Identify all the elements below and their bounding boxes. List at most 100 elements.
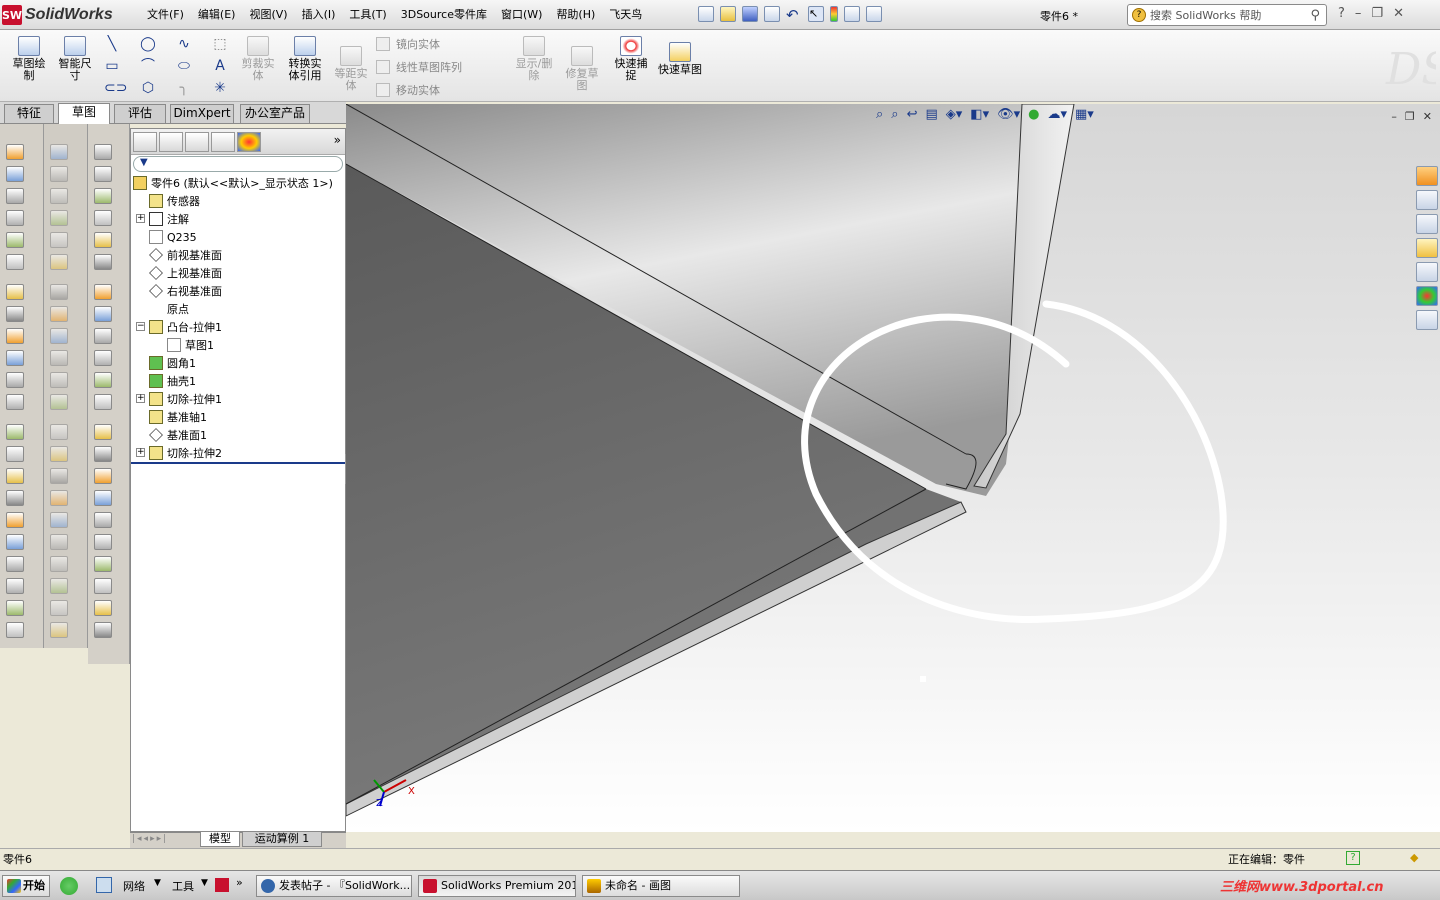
view-orientation-icon[interactable]: ◈▾ xyxy=(946,107,963,122)
toolbar-tool-icon[interactable] xyxy=(6,446,24,462)
polygon-icon[interactable]: ⬡ xyxy=(140,80,156,96)
toolbar-tool-icon[interactable] xyxy=(50,468,68,484)
toolbar-tool-icon[interactable] xyxy=(50,210,68,226)
toolbar-tool-icon[interactable] xyxy=(50,512,68,528)
minimize-button[interactable]: – xyxy=(1355,6,1362,21)
appearances-icon[interactable] xyxy=(1416,286,1438,306)
viewport-minimize-button[interactable]: – xyxy=(1391,110,1397,123)
toolbar-tool-icon[interactable] xyxy=(6,306,24,322)
toolbar-tool-icon[interactable] xyxy=(50,284,68,300)
toolbar-tool-icon[interactable] xyxy=(94,306,112,322)
toolbar-tool-icon[interactable] xyxy=(6,188,24,204)
toolbar-tool-icon[interactable] xyxy=(6,350,24,366)
point-icon[interactable]: ✳ xyxy=(212,80,228,96)
toolbar-tool-icon[interactable] xyxy=(94,350,112,366)
tab-model[interactable]: 模型 xyxy=(200,832,240,847)
slot-icon[interactable]: ⊂⊃ xyxy=(104,80,127,96)
tab-4[interactable]: 办公室产品 xyxy=(240,104,310,123)
tree-node[interactable]: 切除-拉伸2 xyxy=(149,444,222,462)
tab-3[interactable]: DimXpert xyxy=(170,104,234,123)
tab-2[interactable]: 评估 xyxy=(114,104,166,123)
status-help-icon[interactable]: ? xyxy=(1346,851,1360,865)
toolbar-tool-icon[interactable] xyxy=(6,284,24,300)
overflow-chevron-icon[interactable]: » xyxy=(236,876,243,889)
arc-icon[interactable]: ⌒ xyxy=(140,58,156,74)
line-icon[interactable]: ╲ xyxy=(104,36,120,52)
edit-appearance-icon[interactable]: ● xyxy=(1028,107,1039,122)
help-search-box[interactable]: ? 搜索 SolidWorks 帮助 ⚲ xyxy=(1127,4,1327,26)
menu-item-7[interactable]: 帮助(H) xyxy=(549,7,602,23)
zoom-to-fit-icon[interactable]: ⌕ xyxy=(876,107,883,122)
toolbar-tool-icon[interactable] xyxy=(50,490,68,506)
previous-view-icon[interactable]: ↩ xyxy=(907,107,918,122)
close-button[interactable]: ✕ xyxy=(1393,6,1404,21)
tree-node[interactable]: 前视基准面 xyxy=(149,246,222,264)
toolbar-tool-icon[interactable] xyxy=(50,254,68,270)
select-pointer-icon[interactable]: ↖ xyxy=(808,6,824,22)
tree-node[interactable]: 右视基准面 xyxy=(149,282,222,300)
configuration-manager-tab-icon[interactable] xyxy=(185,132,209,152)
toolbar-tool-icon[interactable] xyxy=(6,600,24,616)
taskbar-item-paint[interactable]: 未命名 - 画图 xyxy=(582,875,740,897)
view-palette-icon[interactable] xyxy=(1416,262,1438,282)
custom-properties-icon[interactable] xyxy=(1416,310,1438,330)
dimxpert-manager-tab-icon[interactable] xyxy=(211,132,235,152)
tree-node[interactable]: 基准面1 xyxy=(149,426,207,444)
expand-toggle-icon[interactable]: + xyxy=(136,448,145,457)
toolbar-tool-icon[interactable] xyxy=(6,534,24,550)
toolbar-tool-icon[interactable] xyxy=(6,372,24,388)
tab-1[interactable]: 草图 xyxy=(58,103,110,124)
hide-show-items-icon[interactable]: 👁▾ xyxy=(997,107,1020,122)
tree-filter-input[interactable]: ▼ xyxy=(133,156,343,172)
toolbar-tool-icon[interactable] xyxy=(94,232,112,248)
tree-node[interactable]: 凸台-拉伸1 xyxy=(149,318,222,336)
toolbar-tool-icon[interactable] xyxy=(94,512,112,528)
toolbar-tool-icon[interactable] xyxy=(6,490,24,506)
status-tag-icon[interactable]: ◆ xyxy=(1410,851,1418,864)
display-style-icon[interactable]: ◧▾ xyxy=(970,107,989,122)
sketch-button[interactable]: 草图绘制 xyxy=(8,36,50,82)
toolbar-tool-icon[interactable] xyxy=(6,254,24,270)
design-library-icon[interactable] xyxy=(1416,214,1438,234)
tab-scroll-arrows[interactable]: |◂◂▸▸| xyxy=(132,834,168,844)
tree-node[interactable]: 上视基准面 xyxy=(149,264,222,282)
toolbar-tool-icon[interactable] xyxy=(50,350,68,366)
view-settings-icon[interactable]: ▦▾ xyxy=(1075,107,1094,122)
apply-scene-icon[interactable]: ☁▾ xyxy=(1047,107,1067,122)
spline-icon[interactable]: ∿ xyxy=(176,36,192,52)
offset-entities-button[interactable]: 等距实体 xyxy=(331,46,371,92)
toolbar-tool-icon[interactable] xyxy=(6,210,24,226)
tree-node[interactable]: 切除-拉伸1 xyxy=(149,390,222,408)
toolbar-tool-icon[interactable] xyxy=(50,232,68,248)
tree-node[interactable]: 传感器 xyxy=(149,192,200,210)
viewport-restore-button[interactable]: ❐ xyxy=(1405,110,1415,123)
display-delete-relations-button[interactable]: 显示/删除 xyxy=(512,36,556,82)
menu-item-1[interactable]: 编辑(E) xyxy=(191,7,243,23)
solidworks-logo[interactable]: SW SolidWorks xyxy=(2,3,113,27)
toolbar-tool-icon[interactable] xyxy=(94,210,112,226)
toolbar-tool-icon[interactable] xyxy=(6,556,24,572)
section-view-icon[interactable]: ▤ xyxy=(925,107,937,122)
undo-icon[interactable]: ↶ xyxy=(786,6,802,24)
print-icon[interactable] xyxy=(764,6,780,22)
toolbar-tool-icon[interactable] xyxy=(6,468,24,484)
tree-root-node[interactable]: 零件6 (默认<<默认>_显示状态 1>) xyxy=(133,174,333,192)
toolbar-tool-icon[interactable] xyxy=(94,328,112,344)
menu-item-4[interactable]: 工具(T) xyxy=(342,7,393,23)
toolbar-tool-icon[interactable] xyxy=(94,446,112,462)
restore-button[interactable]: ❐ xyxy=(1371,6,1383,21)
viewport-close-button[interactable]: ✕ xyxy=(1423,110,1432,123)
menu-item-6[interactable]: 窗口(W) xyxy=(494,7,549,23)
tools-toolbar[interactable]: 工具 xyxy=(172,878,194,894)
rectangle-icon[interactable]: ▭ xyxy=(104,58,120,74)
search-input[interactable]: 搜索 SolidWorks 帮助 xyxy=(1150,7,1261,23)
zoom-to-area-icon[interactable]: ⌕ xyxy=(891,107,898,122)
toolbar-tool-icon[interactable] xyxy=(94,600,112,616)
toolbar-tool-icon[interactable] xyxy=(50,394,68,410)
new-document-icon[interactable] xyxy=(698,6,714,22)
toolbar-tool-icon[interactable] xyxy=(6,424,24,440)
solidworks-resources-icon[interactable] xyxy=(1416,166,1438,186)
open-folder-icon[interactable] xyxy=(720,6,736,22)
toolbar-tool-icon[interactable] xyxy=(50,578,68,594)
expand-toggle-icon[interactable]: + xyxy=(136,214,145,223)
